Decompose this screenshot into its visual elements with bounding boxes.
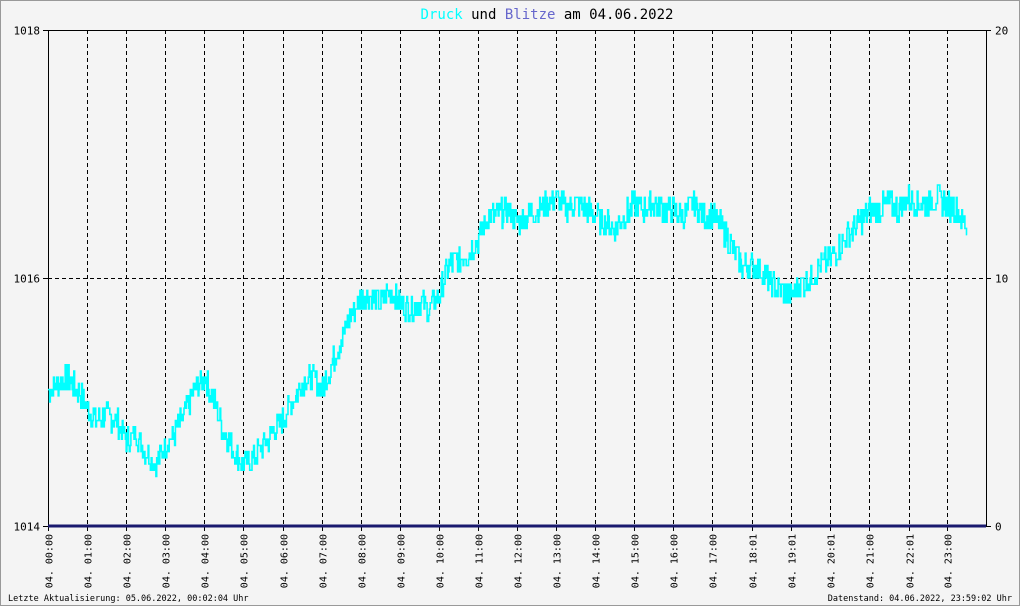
y-left-tick-label: 1018 [14, 25, 41, 38]
x-tick-label: 04. 12:00 [514, 534, 525, 588]
y-right-tick-label: 0 [995, 521, 1002, 534]
title-date: am 04.06.2022 [555, 7, 673, 23]
x-tick-label: 04. 17:00 [709, 534, 720, 588]
pressure-lightning-chart: Druck und Blitze am 04.06.2022 04. 00:00… [8, 7, 1012, 604]
title-und: und [463, 7, 505, 23]
x-tick-label: 04. 08:00 [358, 534, 369, 588]
x-tick-label: 04. 19:01 [788, 534, 799, 588]
x-tick-label: 04. 11:00 [475, 534, 486, 588]
tick-labels: 04. 00:00 04. 01:00 04. 02:00 04. 03:00 04. … [14, 25, 1009, 589]
x-tick-label: 04. 05:00 [240, 534, 251, 588]
x-tick-label: 04. 04:00 [201, 534, 212, 588]
x-tick-label: 04. 18:01 [749, 534, 760, 588]
x-tick-label: 04. 03:00 [162, 534, 173, 588]
x-tick-label: 04. 09:00 [397, 534, 408, 588]
x-tick-label: 04. 22:01 [906, 534, 917, 588]
x-tick-label: 04. 01:00 [84, 534, 95, 588]
x-tick-label: 04. 21:00 [866, 534, 877, 588]
x-tick-label: 04. 07:00 [319, 534, 330, 588]
y-right-tick-label: 10 [995, 273, 1008, 286]
grid-lines [48, 30, 986, 526]
y-left-tick-label: 1014 [14, 521, 41, 534]
x-tick-label: 04. 10:00 [436, 534, 447, 588]
title-blitze: Blitze [505, 7, 556, 23]
x-tick-label: 04. 00:00 [45, 534, 56, 588]
x-tick-label: 04. 06:00 [280, 534, 291, 588]
axes [43, 30, 991, 531]
chart-title: Druck und Blitze am 04.06.2022 [421, 7, 674, 23]
x-tick-label: 04. 23:00 [944, 534, 955, 588]
x-tick-label: 04. 16:00 [670, 534, 681, 588]
pressure-series-line [48, 184, 968, 478]
x-tick-label: 04. 13:00 [553, 534, 564, 588]
footer-data-status: Datenstand: 04.06.2022, 23:59:02 Uhr [828, 594, 1012, 604]
footer-last-update: Letzte Aktualisierung: 05.06.2022, 00:02… [8, 594, 249, 604]
y-right-tick-label: 20 [995, 25, 1008, 38]
x-tick-label: 04. 15:00 [631, 534, 642, 588]
x-tick-label: 04. 20:01 [827, 534, 838, 588]
x-tick-label: 04. 14:00 [592, 534, 603, 588]
y-left-tick-label: 1016 [14, 273, 41, 286]
title-druck: Druck [421, 7, 464, 23]
x-tick-label: 04. 02:00 [123, 534, 134, 588]
